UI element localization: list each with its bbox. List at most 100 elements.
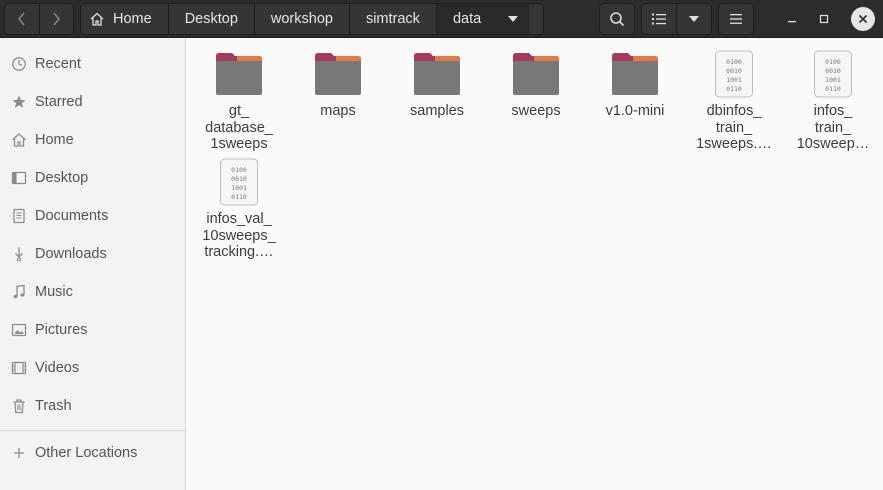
folder-icon	[512, 50, 560, 98]
path-bar: Home Desktop workshop simtrack data	[80, 3, 544, 35]
svg-text:0110: 0110	[231, 193, 247, 201]
plus-icon	[10, 445, 27, 462]
home-icon	[90, 12, 104, 26]
sidebar-item-starred[interactable]: Starred	[0, 84, 185, 120]
svg-text:0100: 0100	[825, 58, 841, 66]
places-sidebar: Recent Starred Home Desktop Documents Do…	[0, 38, 186, 490]
file-item-folder[interactable]: sweeps	[488, 50, 584, 120]
breadcrumb-label: workshop	[270, 11, 333, 27]
caret-down-icon	[508, 16, 519, 22]
desktop-icon	[10, 170, 27, 187]
sidebar-item-label: Documents	[35, 208, 109, 224]
folder-icon	[215, 50, 263, 98]
file-item-folder[interactable]: maps	[290, 50, 386, 120]
home-icon	[10, 132, 27, 149]
breadcrumb-label: data	[452, 11, 482, 27]
sidebar-item-label: Trash	[35, 398, 72, 414]
breadcrumb-label: Home	[113, 11, 152, 27]
chevron-right-icon	[53, 12, 61, 26]
sidebar-separator	[0, 430, 185, 431]
file-item-folder[interactable]: gt_ database_ 1sweeps	[191, 50, 287, 153]
svg-text:1001: 1001	[825, 76, 841, 84]
view-menu-button[interactable]	[676, 4, 711, 34]
file-item-binary[interactable]: 0100 0010 1001 0110 dbinfos_ train_ 1sweeps.…	[686, 50, 782, 153]
binary-file-icon: 0100 0010 1001 0110	[809, 50, 857, 98]
svg-text:0100: 0100	[231, 166, 247, 174]
star-icon	[10, 94, 27, 111]
music-icon	[10, 284, 27, 301]
sidebar-item-music[interactable]: Music	[0, 274, 185, 310]
sidebar-item-label: Videos	[35, 360, 80, 376]
sidebar-item-label: Downloads	[35, 246, 107, 262]
search-button[interactable]	[599, 3, 635, 35]
folder-icon	[314, 50, 362, 98]
file-name: dbinfos_ train_ 1sweeps.…	[696, 103, 772, 152]
breadcrumb-workshop[interactable]: workshop	[255, 4, 350, 34]
file-name: v1.0-mini	[605, 103, 665, 119]
main-menu-button[interactable]	[718, 3, 754, 35]
download-icon	[10, 246, 27, 263]
folder-icon	[413, 50, 461, 98]
breadcrumb-label: Desktop	[184, 11, 238, 27]
document-icon	[10, 208, 27, 225]
file-view: gt_ database_ 1sweeps maps samples sweeps …	[186, 38, 883, 490]
close-icon	[858, 14, 868, 24]
close-button[interactable]	[851, 7, 875, 31]
sidebar-item-label: Starred	[35, 94, 83, 110]
file-name: infos_val_ 10sweeps_ tracking.…	[202, 211, 276, 260]
sidebar-item-label: Desktop	[35, 170, 89, 186]
navigation-buttons	[4, 3, 74, 35]
view-options	[641, 3, 712, 35]
video-icon	[10, 360, 27, 377]
file-name: sweeps	[511, 103, 561, 119]
sidebar-item-home[interactable]: Home	[0, 122, 185, 158]
file-item-binary[interactable]: 0100 0010 1001 0110 infos_ train_ 10sweep…	[785, 50, 881, 153]
file-name: gt_ database_ 1sweeps	[205, 103, 273, 152]
forward-button[interactable]	[38, 4, 74, 34]
folder-icon	[611, 50, 659, 98]
breadcrumb-label: simtrack	[365, 11, 420, 27]
svg-text:0010: 0010	[825, 67, 841, 75]
file-item-folder[interactable]: v1.0-mini	[587, 50, 683, 120]
sidebar-item-other-locations[interactable]: Other Locations	[0, 435, 185, 471]
list-view-button[interactable]	[642, 4, 676, 34]
sidebar-item-documents[interactable]: Documents	[0, 198, 185, 234]
sidebar-item-label: Recent	[35, 56, 81, 72]
sidebar-item-label: Music	[35, 284, 73, 300]
breadcrumb-simtrack[interactable]: simtrack	[350, 4, 437, 34]
clock-icon	[10, 56, 27, 73]
maximize-icon	[819, 14, 829, 24]
hamburger-icon	[730, 14, 742, 24]
sidebar-item-pictures[interactable]: Pictures	[0, 312, 185, 348]
back-button[interactable]	[5, 4, 39, 34]
svg-text:0110: 0110	[726, 85, 742, 93]
picture-icon	[10, 322, 27, 339]
binary-file-icon: 0100 0010 1001 0110	[710, 50, 758, 98]
sidebar-item-downloads[interactable]: Downloads	[0, 236, 185, 272]
svg-text:1001: 1001	[726, 76, 742, 84]
sidebar-item-trash[interactable]: Trash	[0, 388, 185, 424]
breadcrumb-desktop[interactable]: Desktop	[169, 4, 255, 34]
binary-file-icon: 0100 0010 1001 0110	[215, 158, 263, 206]
sidebar-item-desktop[interactable]: Desktop	[0, 160, 185, 196]
sidebar-item-recent[interactable]: Recent	[0, 46, 185, 82]
sidebar-item-label: Pictures	[35, 322, 88, 338]
file-name: maps	[320, 103, 356, 119]
breadcrumb-data[interactable]: data	[436, 4, 498, 34]
search-icon	[610, 12, 625, 27]
minimize-icon	[788, 21, 796, 23]
svg-text:1001: 1001	[231, 184, 247, 192]
chevron-left-icon	[17, 12, 25, 26]
minimize-button[interactable]	[780, 7, 804, 31]
path-menu-button[interactable]	[497, 4, 530, 34]
svg-text:0010: 0010	[726, 67, 742, 75]
sidebar-item-label: Other Locations	[35, 445, 138, 461]
file-item-folder[interactable]: samples	[389, 50, 485, 120]
sidebar-item-videos[interactable]: Videos	[0, 350, 185, 386]
breadcrumb-home[interactable]: Home	[81, 4, 169, 34]
list-view-icon	[652, 13, 666, 25]
file-name: samples	[410, 103, 464, 119]
svg-text:0010: 0010	[231, 175, 247, 183]
maximize-button[interactable]	[812, 7, 836, 31]
file-item-binary[interactable]: 0100 0010 1001 0110 infos_val_ 10sweeps_ trac…	[191, 158, 287, 261]
